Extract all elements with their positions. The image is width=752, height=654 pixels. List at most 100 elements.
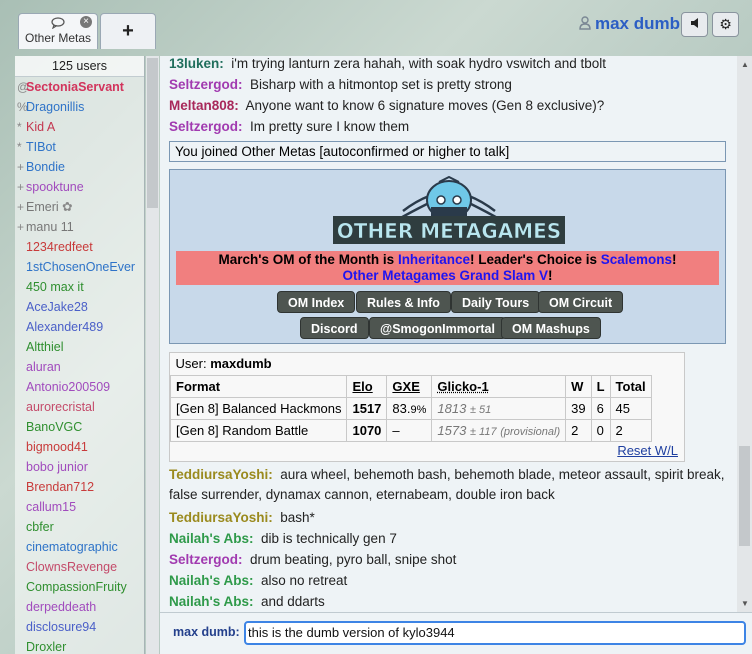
userlist-name: manu 11 bbox=[26, 220, 74, 234]
userlist-name: derpeddeath bbox=[26, 600, 97, 614]
chat-username[interactable]: TeddiursaYoshi: bbox=[169, 467, 273, 482]
chat-text: dib is technically gen 7 bbox=[261, 531, 397, 546]
chat-message: Nailah's Abs: and ddarts bbox=[169, 592, 729, 612]
userlist-name: Altthiel bbox=[26, 340, 64, 354]
om-button[interactable]: OM Index bbox=[277, 291, 356, 313]
glicko-pm: ± 51 bbox=[469, 403, 492, 416]
userlist-item[interactable]: aurorecristal bbox=[15, 397, 144, 417]
stats-user-label: User: bbox=[175, 356, 207, 372]
userlist-item[interactable]: %Dragonillis bbox=[15, 97, 144, 117]
cell-l: 0 bbox=[590, 418, 611, 442]
om-line1-a: March's OM of the Month is bbox=[218, 252, 398, 267]
chat-username[interactable]: Nailah's Abs: bbox=[169, 594, 253, 609]
chat-username[interactable]: 13luken: bbox=[169, 56, 224, 71]
userlist-item[interactable]: Altthiel bbox=[15, 337, 144, 357]
reset-wl-link[interactable]: Reset W/L bbox=[617, 443, 678, 458]
scroll-down-icon[interactable]: ▼ bbox=[741, 599, 749, 608]
om-button[interactable]: Daily Tours bbox=[451, 291, 541, 313]
scroll-up-icon[interactable]: ▲ bbox=[741, 60, 749, 69]
userlist-item[interactable]: Alexander489 bbox=[15, 317, 144, 337]
userlist-item[interactable]: bigmood41 bbox=[15, 437, 144, 457]
userlist-item[interactable]: 450 max it bbox=[15, 277, 144, 297]
chat-text: and ddarts bbox=[261, 594, 325, 609]
userlist-item[interactable]: + spooktune bbox=[15, 177, 144, 197]
om-button[interactable]: OM Circuit bbox=[538, 291, 624, 313]
chat-message: Nailah's Abs: also no retreat bbox=[169, 571, 729, 591]
col-w: W bbox=[565, 374, 592, 398]
userlist-item[interactable]: ClownsRevenge bbox=[15, 557, 144, 577]
userlist-scroll-thumb[interactable] bbox=[147, 58, 158, 208]
chat-message: Seltzergod: drum beating, pyro ball, sni… bbox=[169, 550, 729, 570]
chat-scroll-thumb[interactable] bbox=[739, 446, 750, 546]
userlist-item[interactable]: + Bondie bbox=[15, 157, 144, 177]
new-tab-button[interactable]: + bbox=[100, 13, 156, 49]
glicko-value: 1813 bbox=[437, 400, 467, 416]
userlist-name: Brendan712 bbox=[26, 480, 95, 494]
gxe-main: 83. bbox=[392, 400, 411, 416]
userlist-item[interactable]: Antonio200509 bbox=[15, 377, 144, 397]
userlist-item[interactable]: 1stChosenOneEver bbox=[15, 257, 144, 277]
om-button[interactable]: Rules & Info bbox=[356, 291, 451, 313]
settings-button[interactable]: ⚙ bbox=[712, 12, 739, 37]
chat-username[interactable]: TeddiursaYoshi: bbox=[169, 510, 273, 525]
chat-username[interactable]: Seltzergod: bbox=[169, 552, 243, 567]
om-button[interactable]: @SmogonImmortal bbox=[369, 317, 506, 339]
userlist-item[interactable]: + manu 11 bbox=[15, 217, 144, 237]
om-link-inheritance[interactable]: Inheritance bbox=[398, 252, 470, 267]
userlist-item[interactable]: CompassionFruity bbox=[15, 577, 144, 597]
userlist-name: Droxler bbox=[26, 640, 67, 654]
chat-scrollbar[interactable]: ▲ ▼ bbox=[737, 56, 752, 612]
rank-symbol: % bbox=[17, 100, 28, 114]
chat-username[interactable]: Nailah's Abs: bbox=[169, 531, 253, 546]
userlist-item[interactable]: Brendan712 bbox=[15, 477, 144, 497]
om-button[interactable]: Discord bbox=[300, 317, 369, 339]
userlist-item[interactable]: Droxler bbox=[15, 637, 144, 654]
om-button[interactable]: OM Mashups bbox=[501, 317, 601, 339]
userlist-item[interactable]: cinematographic bbox=[15, 537, 144, 557]
userlist-item[interactable]: BanoVGC bbox=[15, 417, 144, 437]
glicko-value: 1573 bbox=[437, 422, 467, 438]
chat-text: Bisharp with a hitmontop set is pretty s… bbox=[250, 77, 512, 92]
chat-log: 13luken: i'm trying lanturn zera hahah, … bbox=[160, 56, 737, 612]
chat-input-text: this is the dumb version of kylo3944 bbox=[248, 625, 455, 640]
userlist-item[interactable]: aluran bbox=[15, 357, 144, 377]
sound-button[interactable] bbox=[681, 12, 708, 37]
chat-text: bash* bbox=[280, 510, 315, 525]
chat-message: TeddiursaYoshi: bash* bbox=[169, 508, 729, 528]
chat-username[interactable]: Seltzergod: bbox=[169, 119, 243, 134]
close-tab-icon[interactable]: × bbox=[80, 16, 92, 28]
chat-text: Im pretty sure I know them bbox=[250, 119, 410, 134]
userlist: 125 users @SectoniaServant %Dragonillis * K… bbox=[15, 56, 145, 654]
chat-username[interactable]: Seltzergod: bbox=[169, 77, 243, 92]
om-link-scalemons[interactable]: Scalemons bbox=[601, 252, 672, 267]
chat-username[interactable]: Meltan808: bbox=[169, 98, 239, 113]
userlist-item[interactable]: 1234redfeet bbox=[15, 237, 144, 257]
om-link-grand-slam[interactable]: Other Metagames Grand Slam V bbox=[342, 268, 548, 283]
chat-text: i'm trying lanturn zera hahah, with soak… bbox=[231, 56, 607, 71]
userlist-name: cinematographic bbox=[26, 540, 118, 554]
userlist-item[interactable]: derpeddeath bbox=[15, 597, 144, 617]
chat-input[interactable]: this is the dumb version of kylo3944 bbox=[244, 621, 746, 645]
tab-other-metas[interactable]: × Other Metas bbox=[18, 13, 98, 49]
chat-username[interactable]: Nailah's Abs: bbox=[169, 573, 253, 588]
cell-gxe: 83.9% bbox=[386, 396, 433, 420]
userlist-item[interactable]: @SectoniaServant bbox=[15, 77, 144, 97]
userlist-item[interactable]: cbfer bbox=[15, 517, 144, 537]
userlist-item[interactable]: * Kid A bbox=[15, 117, 144, 137]
userlist-scrollbar[interactable] bbox=[146, 56, 159, 654]
userlist-item[interactable]: * TIBot bbox=[15, 137, 144, 157]
userlist-name: AceJake28 bbox=[26, 300, 88, 314]
userlist-item[interactable]: disclosure94 bbox=[15, 617, 144, 637]
userlist-item[interactable]: AceJake28 bbox=[15, 297, 144, 317]
chat-text: drum beating, pyro ball, snipe shot bbox=[250, 552, 457, 567]
userlist-name: TIBot bbox=[26, 140, 56, 154]
chat-message: TeddiursaYoshi: aura wheel, behemoth bas… bbox=[169, 465, 729, 505]
userlist-name: bigmood41 bbox=[26, 440, 88, 454]
userlist-item[interactable]: + Emeri ✿ bbox=[15, 197, 144, 217]
cell-glicko: 1573 ± 117 (provisional) bbox=[431, 418, 567, 442]
userlist-item[interactable]: callum15 bbox=[15, 497, 144, 517]
userlist-name: spooktune bbox=[26, 180, 84, 194]
userlist-item[interactable]: bobo junior bbox=[15, 457, 144, 477]
col-format: Format bbox=[169, 374, 348, 398]
username-button[interactable]: max dumb bbox=[579, 14, 680, 34]
